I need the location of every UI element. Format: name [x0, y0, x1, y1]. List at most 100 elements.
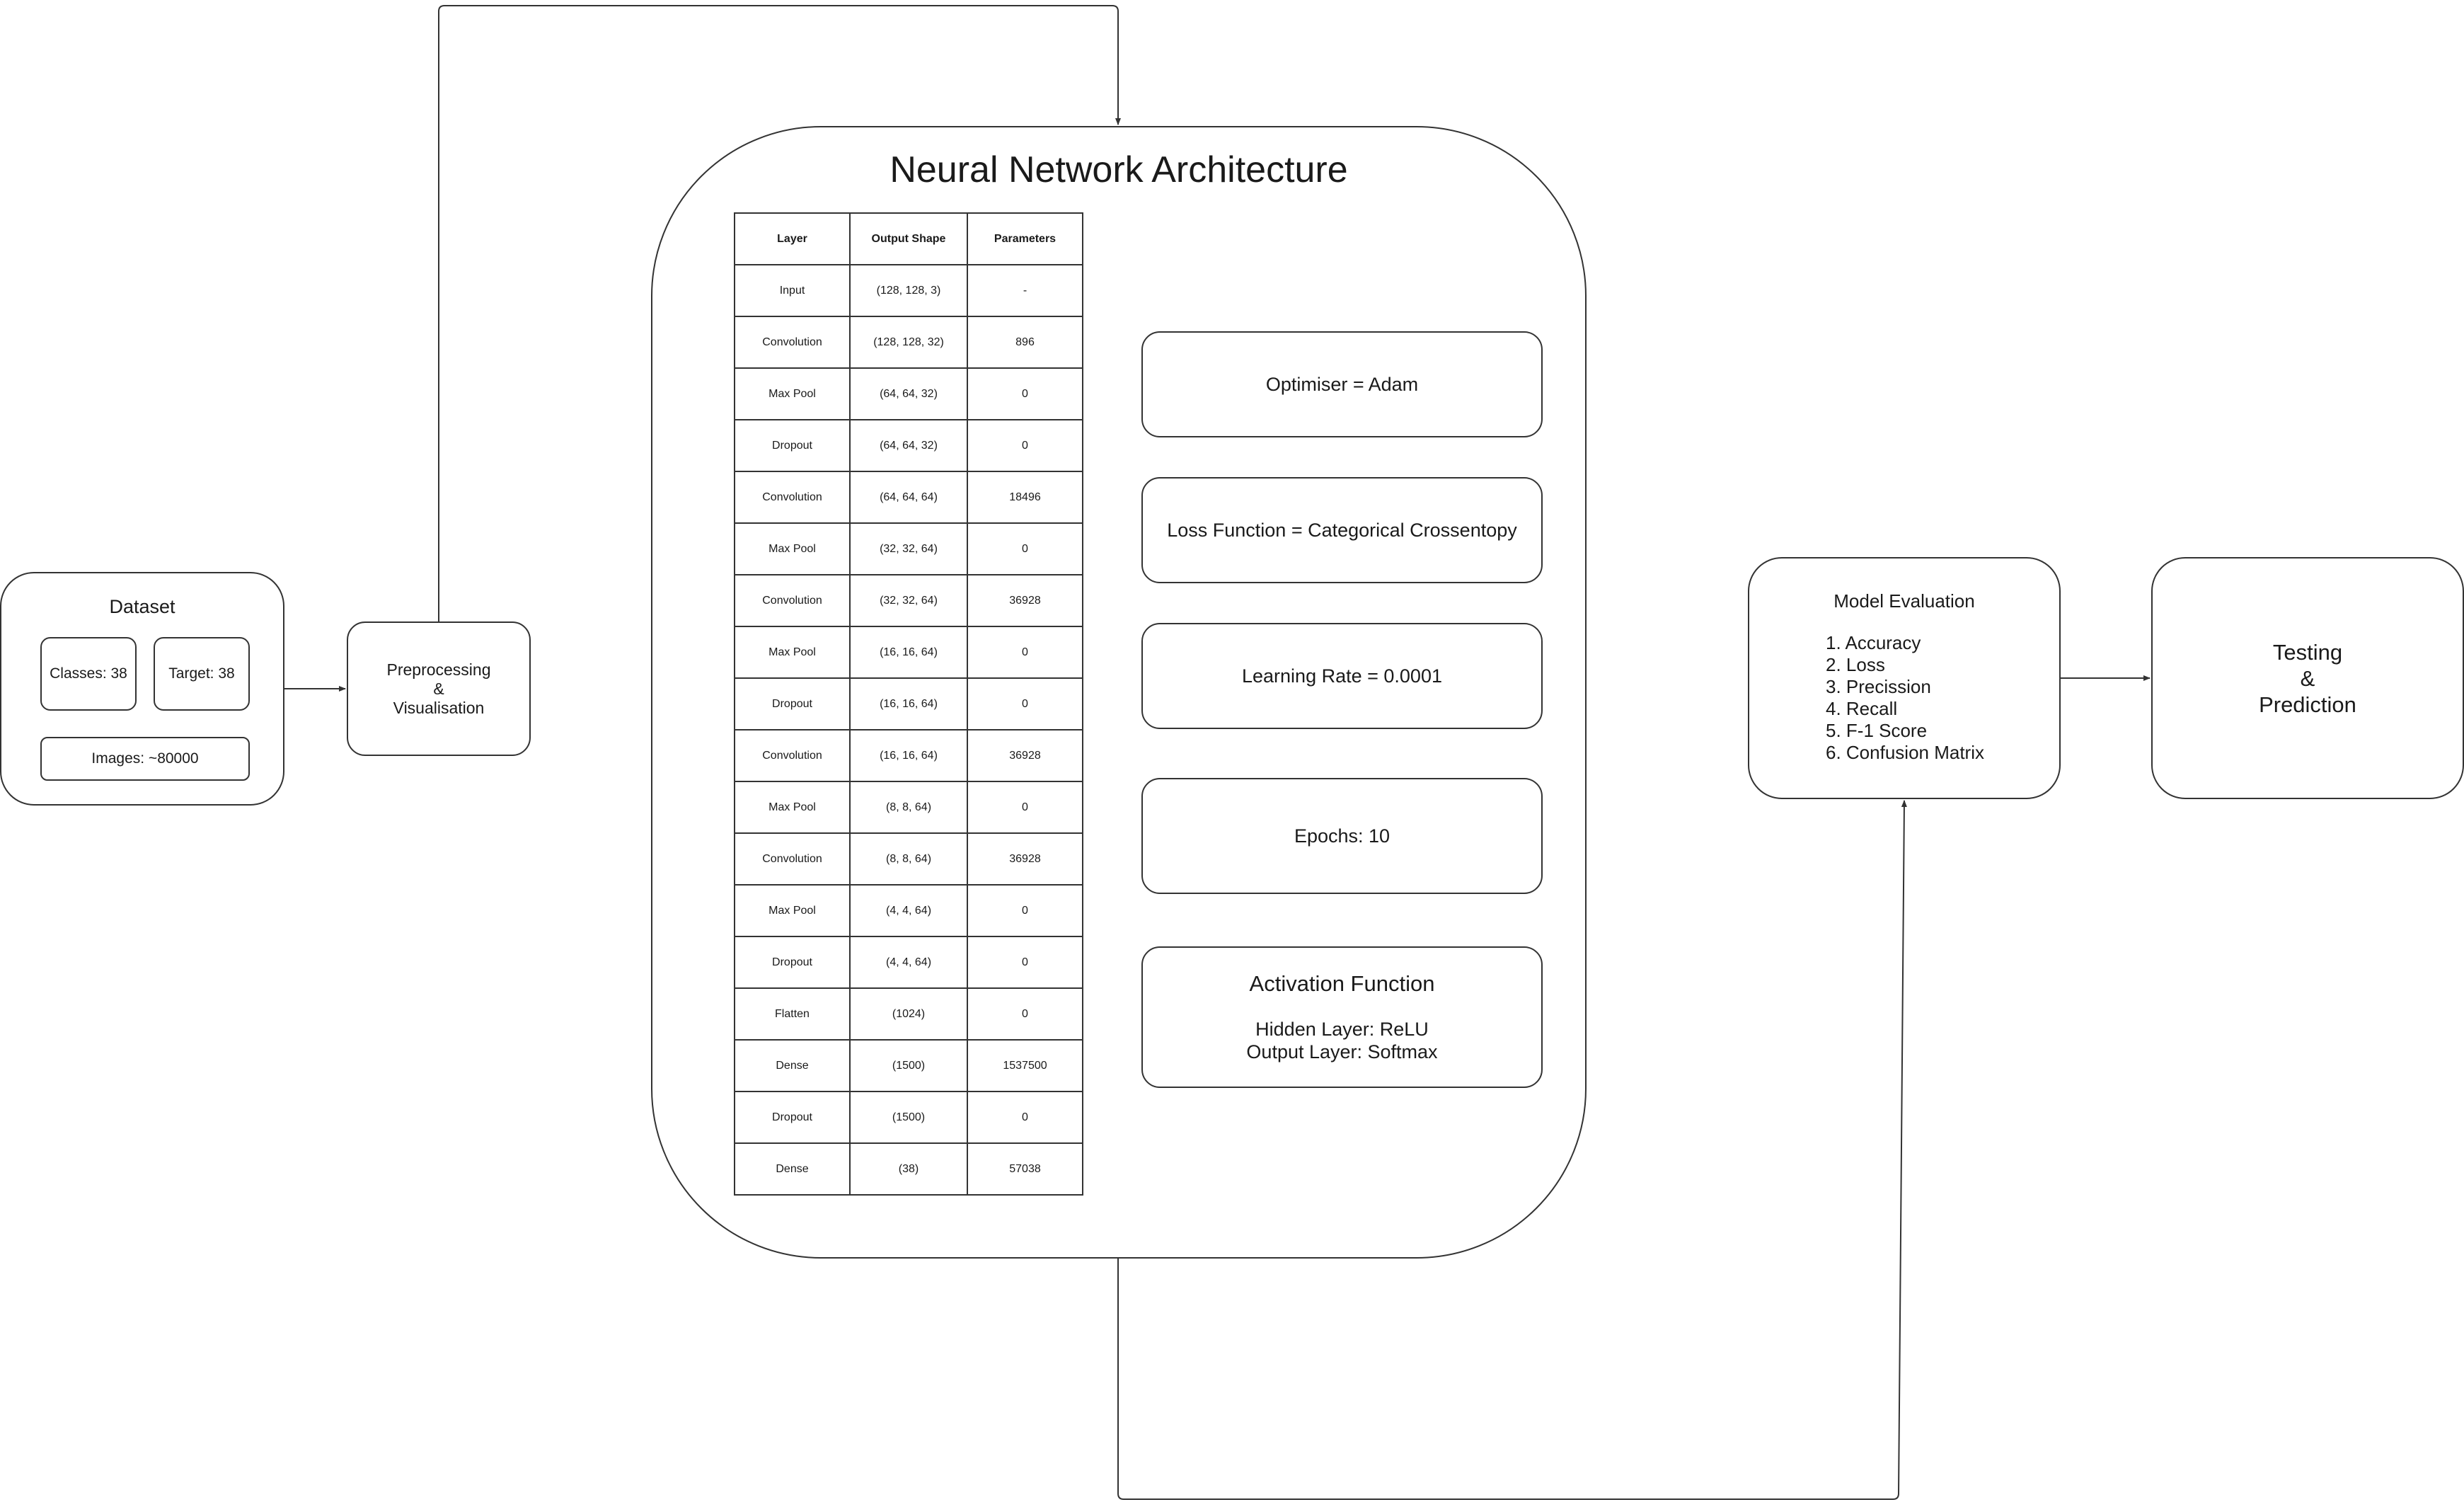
visualisation-label: Visualisation — [393, 698, 485, 717]
output-shape-cell: (1024) — [849, 987, 968, 1041]
images-box: Images: ~80000 — [40, 737, 250, 781]
layer-row: Flatten (1024) 0 — [734, 987, 1083, 1041]
column-header-parameters: Parameters — [967, 212, 1083, 265]
testing-label: Testing — [2272, 639, 2343, 665]
evaluation-metric: 5. F-1 Score — [1826, 720, 1928, 741]
preprocessing-ampersand: & — [433, 679, 444, 698]
dataset-title: Dataset — [109, 596, 175, 617]
output-shape-cell: (32, 32, 64) — [849, 574, 968, 627]
preprocessing-label: Preprocessing — [386, 660, 491, 679]
layer-row: Max Pool (4, 4, 64) 0 — [734, 884, 1083, 937]
output-shape-cell: (64, 64, 32) — [849, 367, 968, 420]
evaluation-metric: 3. Precission — [1826, 676, 1931, 697]
parameters-cell: 0 — [967, 987, 1083, 1041]
epochs-box: Epochs: 10 — [1141, 778, 1543, 894]
output-shape-cell: (4, 4, 64) — [849, 936, 968, 989]
output-shape-cell: (16, 16, 64) — [849, 626, 968, 679]
layer-row: Dropout (1500) 0 — [734, 1091, 1083, 1144]
parameters-cell: 36928 — [967, 832, 1083, 886]
layer-name-cell: Flatten — [734, 987, 851, 1041]
output-shape-cell: (32, 32, 64) — [849, 522, 968, 575]
layer-name-cell: Max Pool — [734, 522, 851, 575]
layer-row: Convolution (16, 16, 64) 36928 — [734, 729, 1083, 782]
architecture-box: Neural Network Architecture Layer Output… — [651, 126, 1587, 1259]
evaluation-metric: 2. Loss — [1826, 654, 1885, 675]
output-shape-cell: (8, 8, 64) — [849, 781, 968, 834]
layer-row: Input (128, 128, 3) - — [734, 264, 1083, 317]
output-shape-cell: (1500) — [849, 1091, 968, 1144]
layer-row: Dropout (4, 4, 64) 0 — [734, 936, 1083, 989]
testing-prediction-box: Testing & Prediction — [2151, 557, 2464, 799]
layer-name-cell: Dropout — [734, 677, 851, 730]
layer-table: Layer Output Shape Parameters Input (128,… — [734, 212, 1083, 1196]
parameters-cell: 896 — [967, 316, 1083, 369]
layer-row: Dropout (16, 16, 64) 0 — [734, 677, 1083, 730]
parameters-cell: 0 — [967, 884, 1083, 937]
prediction-label: Prediction — [2259, 692, 2356, 717]
layer-name-cell: Dropout — [734, 419, 851, 472]
learning-rate-box: Learning Rate = 0.0001 — [1141, 623, 1543, 729]
parameters-cell: 0 — [967, 1091, 1083, 1144]
output-shape-cell: (64, 64, 64) — [849, 471, 968, 524]
layer-row: Convolution (32, 32, 64) 36928 — [734, 574, 1083, 627]
layer-row: Convolution (128, 128, 32) 896 — [734, 316, 1083, 369]
parameters-cell: 0 — [967, 522, 1083, 575]
column-header-output-shape: Output Shape — [849, 212, 968, 265]
parameters-cell: 18496 — [967, 471, 1083, 524]
architecture-title: Neural Network Architecture — [890, 149, 1348, 190]
column-header-layer: Layer — [734, 212, 851, 265]
parameters-cell: 0 — [967, 367, 1083, 420]
classes-box: Classes: 38 — [40, 637, 137, 711]
layer-name-cell: Convolution — [734, 316, 851, 369]
layer-table-header: Layer Output Shape Parameters — [734, 212, 1083, 265]
output-shape-cell: (38) — [849, 1142, 968, 1196]
layer-name-cell: Max Pool — [734, 781, 851, 834]
activation-output-layer: Output Layer: Softmax — [1246, 1041, 1438, 1062]
model-evaluation-title: Model Evaluation — [1833, 590, 1975, 612]
model-evaluation-box: Model Evaluation 1. Accuracy 2. Loss 3. … — [1748, 557, 2061, 799]
layer-name-cell: Convolution — [734, 574, 851, 627]
layer-row: Max Pool (64, 64, 32) 0 — [734, 367, 1083, 420]
layer-row: Dense (1500) 1537500 — [734, 1039, 1083, 1092]
layer-name-cell: Dense — [734, 1142, 851, 1196]
output-shape-cell: (8, 8, 64) — [849, 832, 968, 886]
layer-name-cell: Max Pool — [734, 367, 851, 420]
layer-row: Max Pool (16, 16, 64) 0 — [734, 626, 1083, 679]
layer-name-cell: Max Pool — [734, 626, 851, 679]
layer-name-cell: Convolution — [734, 729, 851, 782]
activation-function-box: Activation Function Hidden Layer: ReLU O… — [1141, 946, 1543, 1088]
layer-row: Convolution (64, 64, 64) 18496 — [734, 471, 1083, 524]
layer-row: Max Pool (32, 32, 64) 0 — [734, 522, 1083, 575]
target-box: Target: 38 — [154, 637, 250, 711]
layer-name-cell: Convolution — [734, 471, 851, 524]
layer-name-cell: Dense — [734, 1039, 851, 1092]
loss-function-box: Loss Function = Categorical Crossentopy — [1141, 477, 1543, 583]
parameters-cell: 36928 — [967, 729, 1083, 782]
layer-name-cell: Convolution — [734, 832, 851, 886]
evaluation-metric: 4. Recall — [1826, 698, 1898, 719]
layer-row: Max Pool (8, 8, 64) 0 — [734, 781, 1083, 834]
layer-name-cell: Input — [734, 264, 851, 317]
parameters-cell: 57038 — [967, 1142, 1083, 1196]
layer-name-cell: Max Pool — [734, 884, 851, 937]
output-shape-cell: (16, 16, 64) — [849, 729, 968, 782]
parameters-cell: 0 — [967, 781, 1083, 834]
output-shape-cell: (128, 128, 3) — [849, 264, 968, 317]
parameters-cell: 36928 — [967, 574, 1083, 627]
parameters-cell: 0 — [967, 677, 1083, 730]
evaluation-metric-list: 1. Accuracy 2. Loss 3. Precission 4. Rec… — [1826, 632, 1984, 764]
output-shape-cell: (4, 4, 64) — [849, 884, 968, 937]
layer-name-cell: Dropout — [734, 936, 851, 989]
layer-name-cell: Dropout — [734, 1091, 851, 1144]
dataset-box: Dataset Classes: 38 Target: 38 Images: ~… — [0, 572, 284, 806]
parameters-cell: 0 — [967, 419, 1083, 472]
output-shape-cell: (64, 64, 32) — [849, 419, 968, 472]
layer-row: Convolution (8, 8, 64) 36928 — [734, 832, 1083, 886]
layer-row: Dense (38) 57038 — [734, 1142, 1083, 1196]
output-shape-cell: (16, 16, 64) — [849, 677, 968, 730]
testing-ampersand: & — [2300, 665, 2315, 691]
activation-hidden-layer: Hidden Layer: ReLU — [1255, 1019, 1429, 1040]
evaluation-metric: 1. Accuracy — [1826, 632, 1921, 653]
preprocessing-box: Preprocessing & Visualisation — [347, 621, 531, 756]
parameters-cell: - — [967, 264, 1083, 317]
